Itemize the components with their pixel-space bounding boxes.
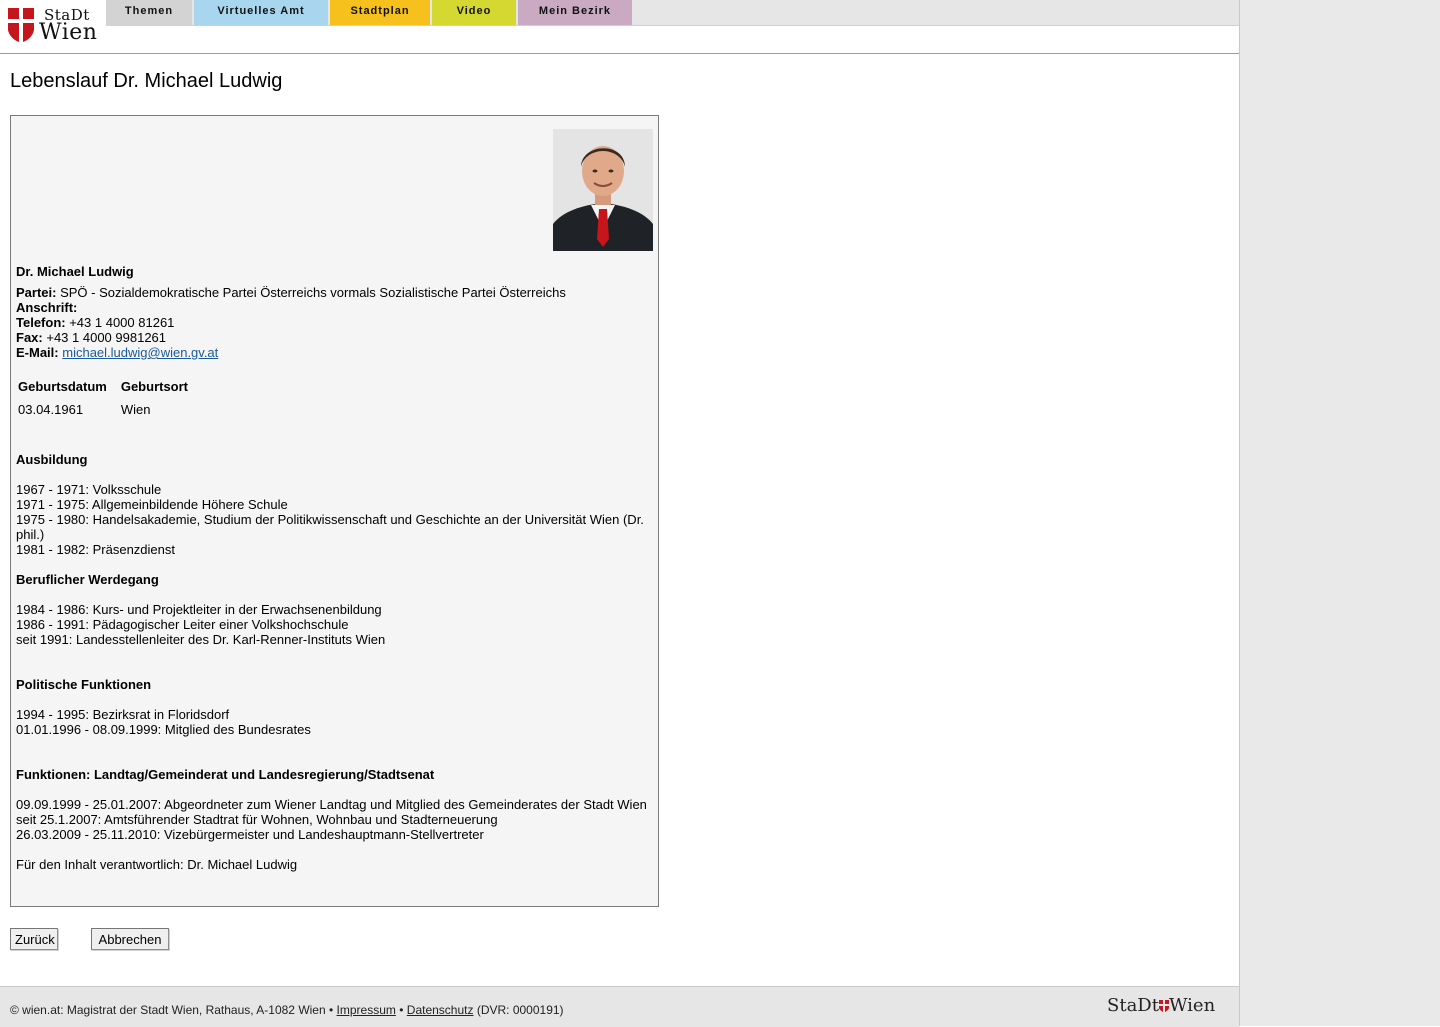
page-title: Lebenslauf Dr. Michael Ludwig xyxy=(10,70,283,92)
header-divider xyxy=(0,53,1239,54)
political-list: 1994 - 1995: Bezirksrat in Floridsdorf 0… xyxy=(16,707,652,737)
list-item: 26.03.2009 - 25.11.2010: Vizebürgermeist… xyxy=(16,827,484,842)
career-title: Beruflicher Werdegang xyxy=(16,572,159,587)
education-title: Ausbildung xyxy=(16,452,88,467)
career-list: 1984 - 1986: Kurs- und Projektleiter in … xyxy=(16,602,652,647)
political-title: Politische Funktionen xyxy=(16,677,152,692)
logo-text-wien: Wien xyxy=(39,20,98,45)
list-item: 1971 - 1975: Allgemeinbildende Höhere Sc… xyxy=(16,497,288,512)
mini-coat-of-arms-icon xyxy=(1158,1000,1169,1012)
list-item: 01.01.1996 - 08.09.1999: Mitglied des Bu… xyxy=(16,722,311,737)
right-margin-panel xyxy=(1239,0,1440,1026)
responsible-note: Für den Inhalt verantwortlich: Dr. Micha… xyxy=(16,857,298,872)
list-item: 09.09.1999 - 25.01.2007: Abgeordneter zu… xyxy=(16,797,647,812)
list-item: 1994 - 1995: Bezirksrat in Floridsdorf xyxy=(16,707,230,722)
portrait-photo xyxy=(553,129,653,251)
birth-date-header: Geburtsdatum xyxy=(18,379,107,394)
profile-name: Dr. Michael Ludwig xyxy=(16,264,134,279)
tab-themen[interactable]: Themen xyxy=(106,0,192,25)
email-link[interactable]: michael.ludwig@wien.gv.at xyxy=(62,345,218,360)
list-item: 1984 - 1986: Kurs- und Projektleiter in … xyxy=(16,602,382,617)
back-button[interactable]: Zurück xyxy=(10,928,58,950)
list-item: seit 1991: Landesstellenleiter des Dr. K… xyxy=(16,632,386,647)
tab-video[interactable]: Video xyxy=(432,0,516,25)
party-value: SPÖ - Sozialdemokratische Partei Österre… xyxy=(60,285,566,300)
functions-list: 09.09.1999 - 25.01.2007: Abgeordneter zu… xyxy=(16,797,652,842)
tab-virtuelles-amt[interactable]: Virtuelles Amt xyxy=(194,0,328,25)
footer-stadt-wien-logo[interactable]: StaDt Wien xyxy=(1107,995,1215,1016)
profile-content: Dr. Michael Ludwig Partei: SPÖ - Soziald… xyxy=(16,264,652,872)
list-item: 1986 - 1991: Pädagogischer Leiter einer … xyxy=(16,617,349,632)
page: StaDt Wien Themen Virtuelles Amt Stadtpl… xyxy=(0,0,1239,1027)
list-item: 1967 - 1971: Volksschule xyxy=(16,482,162,497)
footer: © wien.at: Magistrat der Stadt Wien, Rat… xyxy=(0,986,1239,1027)
functions-title: Funktionen: Landtag/Gemeinderat und Land… xyxy=(16,767,435,782)
footer-copyright: © wien.at: Magistrat der Stadt Wien, Rat… xyxy=(10,1003,334,1017)
stadt-wien-logo[interactable]: StaDt Wien xyxy=(6,6,102,46)
impressum-link[interactable]: Impressum xyxy=(337,1003,396,1017)
birth-place-value: Wien xyxy=(120,402,151,417)
fax-value: +43 1 4000 9981261 xyxy=(46,330,167,345)
footer-logo-text-stadt: StaDt xyxy=(1107,995,1159,1016)
education-list: 1967 - 1971: Volksschule 1971 - 1975: Al… xyxy=(16,482,652,557)
phone-value: +43 1 4000 81261 xyxy=(69,315,175,330)
cancel-button[interactable]: Abbrechen xyxy=(91,928,169,950)
fax-label: Fax: xyxy=(16,330,43,345)
footer-dvr: (DVR: 0000191) xyxy=(476,1003,564,1017)
birth-date-value: 03.04.1961 xyxy=(18,402,84,417)
tab-mein-bezirk[interactable]: Mein Bezirk xyxy=(518,0,632,25)
list-item: 1975 - 1980: Handelsakademie, Studium de… xyxy=(16,512,644,542)
party-label: Partei: xyxy=(16,285,57,300)
portrait-image xyxy=(553,129,653,251)
phone-label: Telefon: xyxy=(16,315,66,330)
birth-place-header: Geburtsort xyxy=(120,379,189,394)
address-label: Anschrift: xyxy=(16,300,78,315)
list-item: 1981 - 1982: Präsenzdienst xyxy=(16,542,175,557)
list-item: seit 25.1.2007: Amtsführender Stadtrat f… xyxy=(16,812,498,827)
birth-table: Geburtsdatum Geburtsort 03.04.1961 Wien xyxy=(16,375,200,417)
wien-coat-of-arms-icon xyxy=(8,8,34,42)
datenschutz-link[interactable]: Datenschutz xyxy=(407,1003,474,1017)
email-label: E-Mail: xyxy=(16,345,59,360)
tab-stadtplan[interactable]: Stadtplan xyxy=(330,0,430,25)
footer-logo-text-wien: Wien xyxy=(1168,995,1216,1016)
footer-separator: • xyxy=(399,1003,404,1017)
footer-text: © wien.at: Magistrat der Stadt Wien, Rat… xyxy=(10,1003,564,1017)
profile-box: Dr. Michael Ludwig Partei: SPÖ - Soziald… xyxy=(10,115,659,907)
